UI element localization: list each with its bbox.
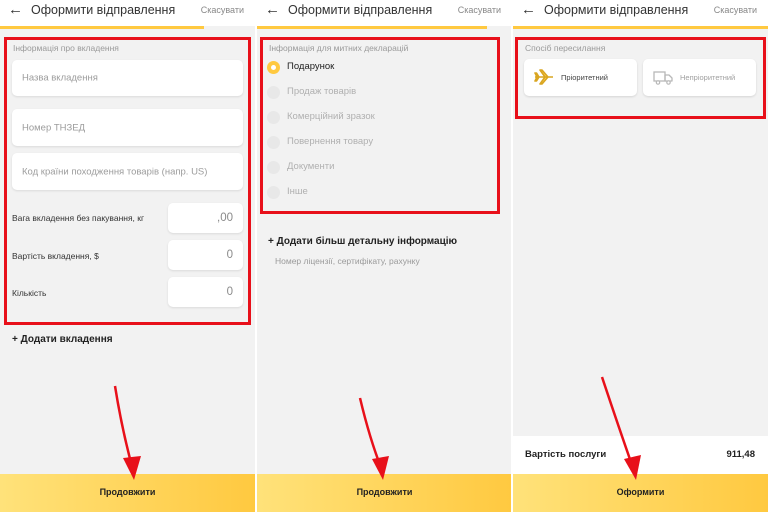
arrow-1	[113, 385, 141, 480]
annotation-arrows	[113, 376, 641, 480]
arrow-3	[600, 376, 641, 480]
arrow-2	[358, 397, 389, 480]
